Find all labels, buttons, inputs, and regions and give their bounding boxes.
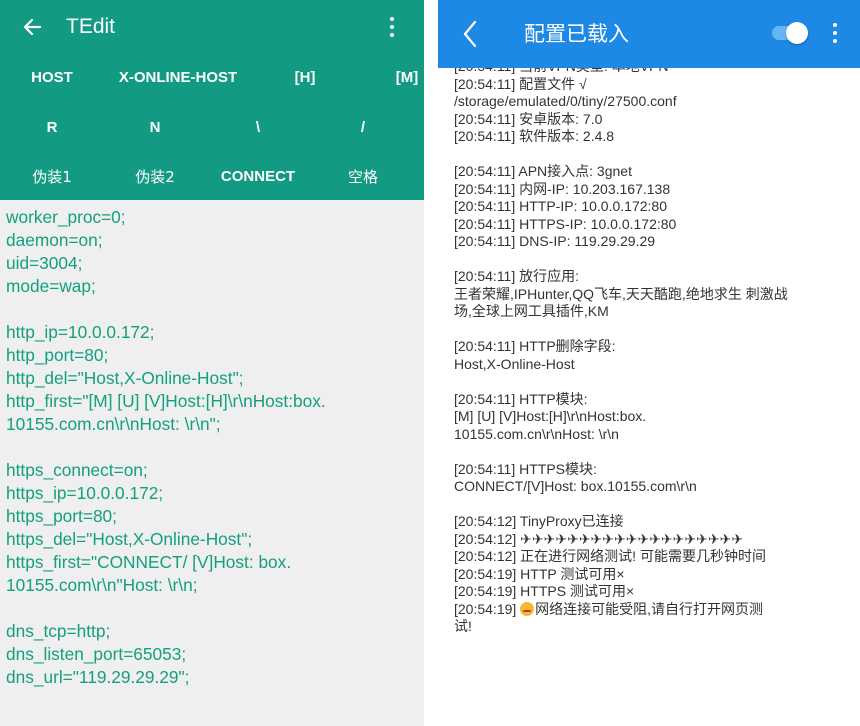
- insert-slash-button[interactable]: /: [361, 116, 365, 140]
- tedit-screen: TEdit HOST X-ONLINE-HOST [H] [M] R N \ /…: [0, 0, 424, 726]
- log-line: CONNECT/[V]Host: box.10155.com\r\n: [454, 478, 697, 494]
- log-line: [20:54:11] HTTP-IP: 10.0.0.172:80: [454, 198, 667, 214]
- toggle-knob: [786, 22, 808, 44]
- editor-line: daemon=on;: [6, 230, 103, 250]
- editor-line: https_ip=10.0.0.172;: [6, 483, 164, 503]
- insert-h-button[interactable]: [H]: [295, 66, 316, 90]
- log-line: [20:54:11] 安卓版本: 7.0: [454, 110, 603, 127]
- log-entry: [20:54:11] 放行应用: 王者荣耀,IPHunter,QQ飞车,天天酷跑…: [454, 268, 854, 321]
- log-line: 场,全球上网工具插件,KM: [454, 303, 609, 319]
- log-line: [20:54:19] HTTPS 测试可用×: [454, 583, 635, 599]
- tedit-app-bar: TEdit HOST X-ONLINE-HOST [H] [M] R N \ /…: [0, 0, 424, 200]
- editor-line: https_first="CONNECT/ [V]Host: box.: [6, 552, 292, 572]
- insert-connect-button[interactable]: CONNECT: [221, 165, 295, 189]
- log-line: [20:54:12] 正在进行网络测试! 可能需要几秒钟时间: [454, 548, 766, 564]
- insert-backslash-button[interactable]: \: [256, 116, 260, 140]
- editor-line: dns_url="119.29.29.29";: [6, 667, 190, 687]
- editor-line: dns_tcp=http;: [6, 621, 111, 641]
- log-line: [20:54:12] ✈✈✈✈✈✈✈✈✈✈✈✈✈✈✈✈✈✈✈: [454, 530, 744, 547]
- log-line: [20:54:11] 配置文件 √: [454, 75, 587, 92]
- log-message: 网络连接可能受阻,请自行打开网页测: [535, 600, 764, 617]
- editor-line: mode=wap;: [6, 276, 96, 296]
- log-app-bar: 配置已载入: [438, 0, 860, 68]
- insert-disguise1-button[interactable]: 伪装1: [32, 165, 72, 189]
- editor-line: http_port=80;: [6, 345, 109, 365]
- insert-x-online-host-button[interactable]: X-ONLINE-HOST: [119, 66, 237, 90]
- insert-space-button[interactable]: 空格: [348, 165, 378, 189]
- log-line: [20:54:11] HTTPS模块:: [454, 460, 597, 477]
- editor-line: http_del="Host,X-Online-Host";: [6, 368, 244, 388]
- log-line: [20:54:11] HTTP模块:: [454, 390, 588, 407]
- log-entry: [20:54:11] HTTPS模块: CONNECT/[V]Host: box…: [454, 461, 854, 496]
- editor-line: https_del="Host,X-Online-Host";: [6, 529, 253, 549]
- log-line: [20:54:11] 软件版本: 2.4.8: [454, 128, 615, 144]
- insert-m-button[interactable]: [M]: [396, 66, 419, 90]
- log-entry: [20:54:11] HTTP模块: [M] [U] [V]Host:[H]\r…: [454, 391, 854, 444]
- divider: [424, 0, 438, 726]
- more-vert-icon[interactable]: [384, 12, 400, 42]
- log-output: [20:54:11] 当前VPN类型: 本地VPN [20:54:11] 配置文…: [454, 58, 854, 636]
- log-line: 10155.com.cn\r\nHost: \r\n: [454, 425, 619, 442]
- log-line: Host,X-Online-Host: [454, 355, 575, 372]
- log-line: /storage/emulated/0/tiny/27500.conf: [454, 93, 677, 109]
- insert-disguise2-button[interactable]: 伪装2: [135, 165, 175, 189]
- log-entry: [20:54:11] HTTP删除字段: Host,X-Online-Host: [454, 338, 854, 373]
- editor-line: 10155.com\r\n"Host: \r\n;: [6, 575, 198, 595]
- editor-line: worker_proc=0;: [6, 207, 126, 227]
- log-line: [20:54:19] 网络连接可能受阻,请自行打开网页测: [454, 601, 854, 619]
- log-line: 试!: [454, 618, 472, 634]
- vpn-toggle[interactable]: [772, 22, 810, 44]
- editor-line: https_port=80;: [6, 506, 117, 526]
- log-line: 王者荣耀,IPHunter,QQ飞车,天天酷跑,绝地求生 刺激战: [454, 285, 788, 302]
- insert-host-button[interactable]: HOST: [31, 66, 73, 90]
- insert-r-button[interactable]: R: [47, 116, 58, 140]
- more-vert-icon[interactable]: [830, 18, 840, 48]
- log-line: [20:54:11] APN接入点: 3gnet: [454, 163, 632, 179]
- editor-line: 10155.com.cn\r\nHost: \r\n";: [6, 414, 221, 434]
- log-line: [20:54:11] 内网-IP: 10.203.167.138: [454, 180, 671, 197]
- insert-n-button[interactable]: N: [150, 116, 161, 140]
- log-line: [20:54:11] HTTP删除字段:: [454, 338, 616, 354]
- log-line: [20:54:11] HTTPS-IP: 10.0.0.172:80: [454, 215, 677, 232]
- chevron-left-icon[interactable]: [460, 16, 480, 52]
- config-editor[interactable]: worker_proc=0; daemon=on; uid=3004; mode…: [6, 206, 420, 689]
- log-timestamp: [20:54:19]: [454, 600, 517, 617]
- editor-line: dns_listen_port=65053;: [6, 644, 187, 664]
- log-entry: [20:54:11] APN接入点: 3gnet [20:54:11] 内网-I…: [454, 163, 854, 251]
- worried-face-icon: [520, 601, 535, 616]
- editor-line: https_connect=on;: [6, 460, 148, 480]
- log-screen: 配置已载入 [20:54:11] 当前VPN类型: 本地VPN [20:54:1…: [438, 0, 860, 726]
- editor-line: http_ip=10.0.0.172;: [6, 322, 155, 342]
- editor-line: http_first="[M] [U] [V]Host:[H]\r\nHost:…: [6, 391, 326, 411]
- log-entry: [20:54:12] TinyProxy已连接 [20:54:12] ✈✈✈✈✈…: [454, 513, 854, 636]
- log-line: [20:54:19] HTTP 测试可用×: [454, 565, 625, 582]
- page-title: 配置已载入: [524, 22, 629, 46]
- back-arrow-icon[interactable]: [22, 12, 46, 42]
- app-title: TEdit: [66, 15, 116, 38]
- log-entry: [20:54:11] 当前VPN类型: 本地VPN [20:54:11] 配置文…: [454, 58, 854, 146]
- log-line: [M] [U] [V]Host:[H]\r\nHost:box.: [454, 408, 647, 424]
- log-line: [20:54:11] DNS-IP: 119.29.29.29: [454, 233, 656, 249]
- editor-line: uid=3004;: [6, 253, 83, 273]
- log-line: [20:54:12] TinyProxy已连接: [454, 513, 624, 529]
- log-line: [20:54:11] 放行应用:: [454, 268, 580, 284]
